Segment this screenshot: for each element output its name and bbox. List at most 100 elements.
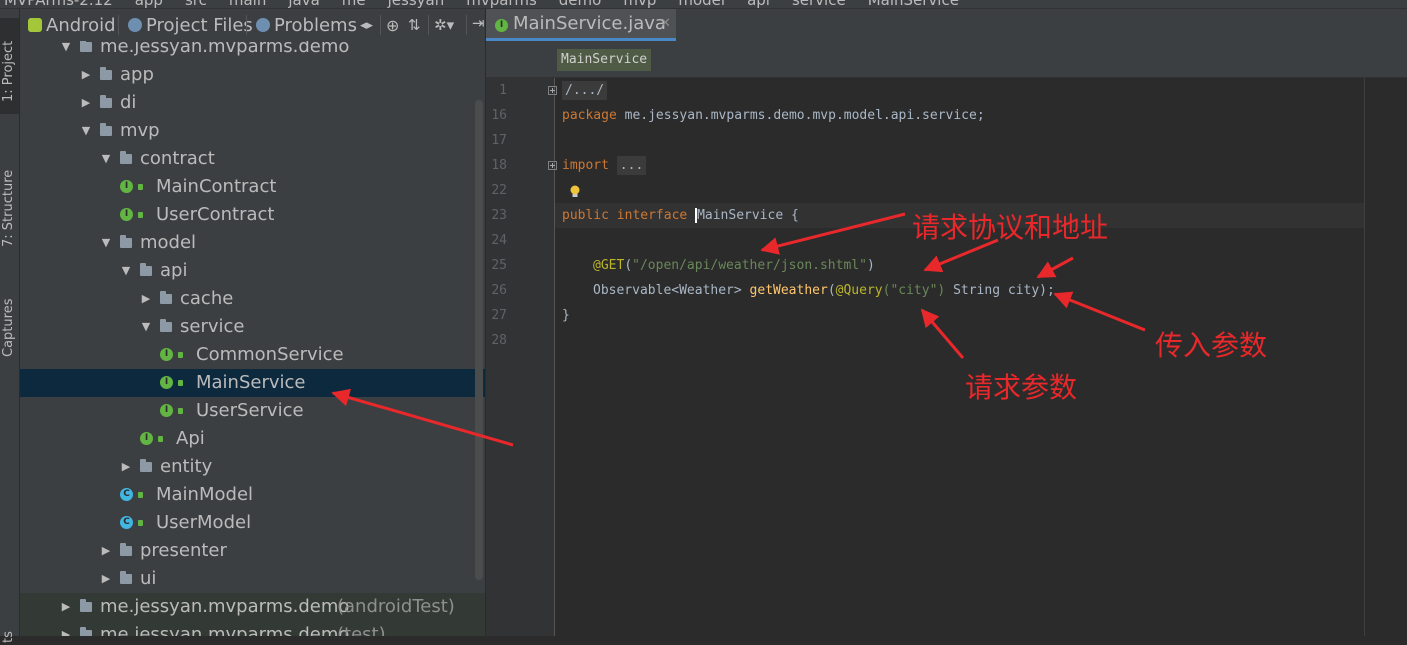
fold-marker[interactable] [548, 161, 557, 170]
breadcrumb[interactable]: MVPArms-2.12 app src main java me jessyan mvpar… [4, 0, 981, 8]
tool-tab-ts[interactable]: ts [0, 621, 19, 645]
collapse-arrow-icon[interactable]: ▶ [60, 593, 72, 621]
line-number: 18 [491, 158, 507, 173]
tree-folder[interactable]: ▼ api [20, 257, 485, 285]
fold-marker[interactable] [548, 86, 557, 95]
breadcrumb-item[interactable]: me [342, 0, 366, 8]
tree-folder[interactable]: ▶ ui [20, 565, 485, 593]
breadcrumb-item[interactable]: app [135, 0, 163, 8]
tree-scrollbar[interactable] [475, 100, 483, 580]
tree-item-label: CommonService [196, 344, 344, 365]
tree-item-label: mvp [120, 120, 160, 141]
gear-icon[interactable]: ✲▾ [434, 16, 454, 34]
tree-folder[interactable]: ▶ me.jessyan.mvparms.demo (androidTest) [20, 593, 485, 621]
tree-file[interactable]: C UserModel [20, 509, 485, 537]
annotation-protocol-address: 请求协议和地址 [912, 211, 1109, 244]
folded-comment[interactable]: /.../ [562, 81, 608, 100]
breadcrumb-item[interactable]: model [678, 0, 725, 8]
tab-mainservice-java[interactable]: I MainService.java ✕ [486, 9, 676, 41]
tree-folder[interactable]: ▼ mvp [20, 117, 485, 145]
url-string: "/open/api/weather/json.shtml" [632, 258, 867, 273]
collapse-arrow-icon[interactable]: ▶ [80, 89, 92, 117]
tab-problems-label: Problems [274, 15, 357, 36]
collapse-arrow-icon[interactable]: ▶ [60, 621, 72, 636]
tree-item-label: UserService [196, 400, 304, 421]
tree-folder[interactable]: ▶ app [20, 61, 485, 89]
tool-tab-structure[interactable]: 7: Structure [0, 129, 19, 249]
breadcrumb-item[interactable]: jessyan [388, 0, 445, 8]
expand-arrow-icon[interactable]: ▼ [80, 117, 92, 145]
expand-arrow-icon[interactable]: ▼ [120, 257, 132, 285]
project-tree: ▼ me.jessyan.mvparms.demo ▶ app ▶ di ▼ mvp ▼ cont… [20, 41, 485, 636]
tree-folder[interactable]: ▶ entity [20, 453, 485, 481]
tab-project-files[interactable]: Project Files [128, 15, 253, 36]
tree-folder[interactable]: ▼ contract [20, 145, 485, 173]
tab-divider [428, 15, 429, 35]
tree-file[interactable]: I MainService [20, 369, 485, 397]
tree-item-label: me.jessyan.mvparms.demo [100, 596, 350, 617]
code-area[interactable] [555, 78, 1407, 636]
breadcrumb-item[interactable]: demo [559, 0, 602, 8]
hide-panel-icon[interactable]: ⇥ [472, 14, 485, 32]
expand-arrow-icon[interactable]: ▼ [100, 229, 112, 257]
collapse-arrow-icon[interactable]: ▶ [140, 285, 152, 313]
breadcrumb-item[interactable]: mvparms [466, 0, 537, 8]
breadcrumb-item[interactable]: api [747, 0, 770, 8]
tab-problems[interactable]: Problems [256, 15, 357, 36]
breadcrumb-item[interactable]: service [792, 0, 846, 8]
breadcrumb-item[interactable]: MVPArms-2.12 [4, 0, 113, 8]
visibility-icon [138, 184, 143, 190]
editor-breadcrumb[interactable]: MainService [557, 49, 652, 71]
lightbulb-icon[interactable] [569, 185, 581, 199]
collapse-arrow-icon[interactable]: ▶ [100, 537, 112, 565]
tree-file[interactable]: C MainModel [20, 481, 485, 509]
collapse-arrow-icon[interactable]: ▶ [80, 61, 92, 89]
tree-file[interactable]: I CommonService [20, 341, 485, 369]
tree-folder[interactable]: ▼ service [20, 313, 485, 341]
tree-item-label: entity [160, 456, 213, 477]
breadcrumb-item[interactable]: mvp [623, 0, 656, 8]
collapse-all-icon[interactable]: ⇅ [408, 16, 421, 34]
tree-folder[interactable]: ▶ presenter [20, 537, 485, 565]
tabs-overflow-icon[interactable]: ◂▸ [360, 18, 373, 33]
breadcrumb-item[interactable]: java [288, 0, 319, 8]
close-icon[interactable]: ✕ [660, 9, 671, 39]
tree-file[interactable]: I UserService [20, 397, 485, 425]
tree-folder[interactable]: ▼ model [20, 229, 485, 257]
expand-arrow-icon[interactable]: ▼ [140, 313, 152, 341]
package-icon [160, 319, 172, 332]
target-icon[interactable]: ⊕ [386, 16, 399, 35]
expand-arrow-icon[interactable]: ▼ [60, 41, 72, 61]
visibility-icon [158, 436, 163, 442]
tree-folder[interactable]: ▼ me.jessyan.mvparms.demo [20, 41, 485, 61]
package-name: me.jessyan.mvparms.demo.mvp.model.api.se… [616, 108, 985, 123]
close-brace: } [562, 308, 570, 323]
tree-folder[interactable]: ▶ cache [20, 285, 485, 313]
folded-imports[interactable]: ... [616, 156, 647, 175]
tree-file[interactable]: I MainContract [20, 173, 485, 201]
tree-item-label: service [180, 316, 245, 337]
tool-tab-captures[interactable]: Captures [0, 259, 19, 359]
tree-item-label: UserModel [156, 512, 252, 533]
line-number: 1 [499, 83, 507, 98]
tree-file[interactable]: I UserContract [20, 201, 485, 229]
tree-file[interactable]: I Api [20, 425, 485, 453]
tab-android[interactable]: Android [28, 15, 116, 36]
query-string: ("city") [882, 283, 946, 298]
tool-tab-project[interactable]: 1: Project [0, 18, 19, 114]
breadcrumb-item[interactable]: src [185, 0, 207, 8]
open-brace: { [783, 208, 799, 223]
package-icon [120, 151, 132, 164]
tree-folder[interactable]: ▶ me.jessyan.mvparms.demo (test) [20, 621, 485, 636]
navigation-breadcrumb-bar: MVPArms-2.12 app src main java me jessyan mvpar… [0, 0, 1407, 9]
visibility-icon [138, 492, 143, 498]
collapse-arrow-icon[interactable]: ▶ [100, 565, 112, 593]
package-icon [100, 95, 112, 108]
breadcrumb-item[interactable]: main [229, 0, 266, 8]
expand-arrow-icon[interactable]: ▼ [100, 145, 112, 173]
tool-tab-ts-label: ts [1, 631, 16, 643]
breadcrumb-item[interactable]: MainService [868, 0, 959, 8]
class-icon: C [120, 488, 133, 501]
collapse-arrow-icon[interactable]: ▶ [120, 453, 132, 481]
tree-folder[interactable]: ▶ di [20, 89, 485, 117]
